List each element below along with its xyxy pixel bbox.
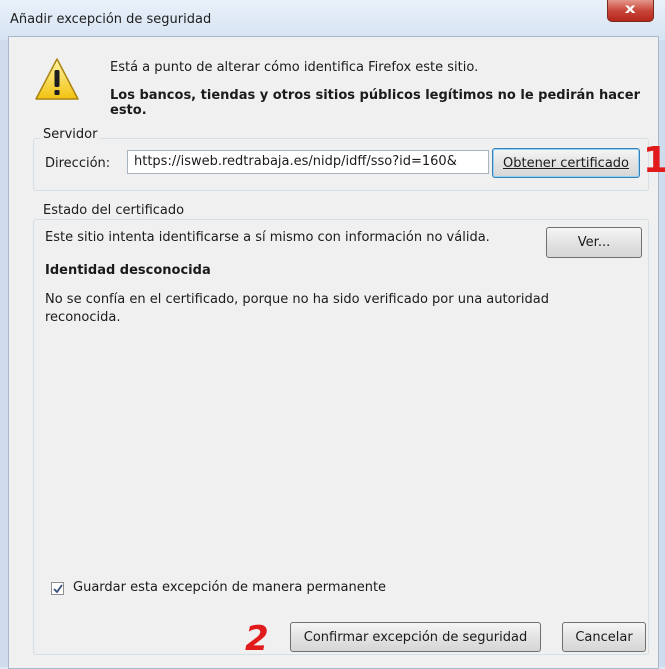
close-button[interactable]: x <box>607 0 654 22</box>
address-input[interactable]: https://isweb.redtrabaja.es/nidp/idff/ss… <box>127 150 489 174</box>
dialog-content: Está a punto de alterar cómo identifica … <box>8 36 665 669</box>
title-bar: Añadir excepción de seguridad x <box>0 0 665 40</box>
warning-emphasis-text: Los bancos, tiendas y otros sitios públi… <box>110 88 640 118</box>
get-certificate-button[interactable]: Obtener certificado <box>492 148 640 178</box>
identity-heading: Identidad desconocida <box>45 263 211 278</box>
certificate-description: No se confía en el certificado, porque n… <box>45 292 549 325</box>
warning-text: Está a punto de alterar cómo identifica … <box>110 60 479 75</box>
cancel-button[interactable]: Cancelar <box>562 622 646 652</box>
certificate-status-legend: Estado del certificado <box>40 203 188 218</box>
dialog-title: Añadir excepción de seguridad <box>10 12 212 27</box>
check-icon <box>53 584 63 594</box>
dialog-window: Añadir excepción de seguridad x Está a p… <box>0 0 665 669</box>
get-certificate-label: Obtener certificado <box>502 155 629 171</box>
certificate-status-text: Este sitio intenta identificarse a sí mi… <box>45 230 490 245</box>
confirm-exception-button[interactable]: Confirmar excepción de seguridad <box>290 622 541 652</box>
server-legend: Servidor <box>40 127 101 142</box>
annotation-marker-1: 1 <box>643 140 665 181</box>
annotation-marker-2: 2 <box>245 619 269 659</box>
close-icon: x <box>625 2 636 17</box>
address-label: Dirección: <box>45 156 111 171</box>
view-certificate-button[interactable]: Ver... <box>546 227 642 258</box>
warning-triangle-icon <box>35 58 79 100</box>
permanent-checkbox-label[interactable]: Guardar esta excepción de manera permane… <box>73 580 386 595</box>
permanent-checkbox[interactable] <box>51 582 64 595</box>
